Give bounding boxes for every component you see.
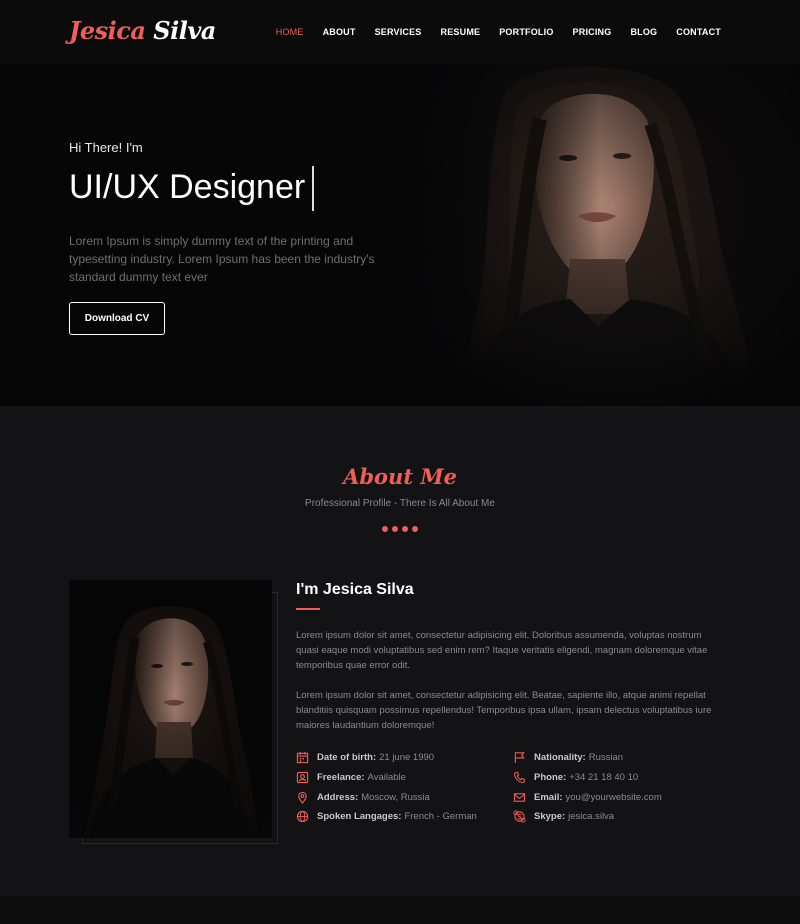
- nav-portfolio[interactable]: PORTFOLIO: [499, 27, 553, 37]
- info-label: Skype:: [534, 811, 566, 822]
- info-date-of-birth: Date of birth: 21 june 1990: [296, 751, 434, 764]
- site-logo[interactable]: Jesica Silva: [69, 16, 216, 45]
- hero-description: Lorem Ipsum is simply dummy text of the …: [69, 234, 375, 284]
- about-paragraph-2: Lorem ipsum dolor sit amet, consectetur …: [296, 690, 712, 731]
- hero-greeting: Hi There! I'm: [69, 140, 143, 155]
- about-subtitle: Professional Profile - There Is All Abou…: [305, 498, 495, 509]
- about-section: About Me Professional Profile - There Is…: [0, 406, 800, 896]
- nav-home[interactable]: HOME: [276, 27, 304, 37]
- dot: [392, 526, 398, 532]
- calendar-icon: [296, 751, 309, 764]
- site-header: Jesica Silva HOME ABOUT SERVICES RESUME …: [0, 0, 800, 64]
- download-cv-button[interactable]: Download CV: [69, 302, 165, 335]
- about-portrait-image: [69, 580, 272, 838]
- nav-contact[interactable]: CONTACT: [676, 27, 721, 37]
- info-value: you@yourwebsite.com: [565, 792, 662, 803]
- info-value: jesica.silva: [568, 811, 615, 822]
- typing-cursor: [312, 166, 314, 211]
- info-label: Spoken Langages:: [317, 811, 402, 822]
- globe-icon: [296, 810, 309, 823]
- hero-role-title: UI/UX Designer: [69, 168, 306, 206]
- id-card-icon: [296, 771, 309, 784]
- hero-portrait-image: [410, 64, 800, 406]
- info-label: Date of birth:: [317, 752, 377, 763]
- info-value: +34 21 18 40 10: [569, 772, 639, 783]
- main-nav: HOME ABOUT SERVICES RESUME PORTFOLIO PRI…: [276, 27, 721, 37]
- about-name-heading: I'm Jesica Silva: [296, 581, 414, 598]
- info-label: Nationality:: [534, 752, 586, 763]
- info-address: Address: Moscow, Russia: [296, 791, 430, 804]
- nav-services[interactable]: SERVICES: [375, 27, 422, 37]
- info-label: Freelance:: [317, 772, 365, 783]
- hero-section: Hi There! I'm UI/UX Designer Lorem Ipsum…: [0, 64, 800, 406]
- mail-icon: [513, 791, 526, 804]
- about-paragraph-1: Lorem ipsum dolor sit amet, consectetur …: [296, 630, 708, 671]
- map-pin-icon: [296, 791, 309, 804]
- next-section-strip: [0, 896, 800, 924]
- nav-blog[interactable]: BLOG: [630, 27, 657, 37]
- info-languages: Spoken Langages: French - German: [296, 810, 477, 823]
- skype-icon: [513, 810, 526, 823]
- name-underline: [296, 608, 320, 610]
- about-title: About Me: [343, 464, 457, 489]
- section-divider-dots: [382, 526, 418, 532]
- dot: [402, 526, 408, 532]
- flag-icon: [513, 751, 526, 764]
- info-value: Moscow, Russia: [361, 792, 430, 803]
- info-label: Phone:: [534, 772, 567, 783]
- info-label: Email:: [534, 792, 563, 803]
- info-label: Address:: [317, 792, 359, 803]
- info-freelance: Freelance: Available: [296, 771, 406, 784]
- dot: [382, 526, 388, 532]
- dot: [412, 526, 418, 532]
- info-phone: Phone: +34 21 18 40 10: [513, 771, 638, 784]
- info-value: 21 june 1990: [379, 752, 435, 763]
- logo-last-name: Silva: [153, 16, 216, 45]
- phone-icon: [513, 771, 526, 784]
- info-value: Available: [367, 772, 406, 783]
- info-nationality: Nationality: Russian: [513, 751, 623, 764]
- logo-first-name: Jesica: [69, 16, 146, 45]
- info-value: Russian: [588, 752, 624, 763]
- info-skype: Skype: jesica.silva: [513, 810, 614, 823]
- info-value: French - German: [404, 811, 477, 822]
- nav-resume[interactable]: RESUME: [441, 27, 481, 37]
- nav-pricing[interactable]: PRICING: [573, 27, 612, 37]
- info-email: Email: you@yourwebsite.com: [513, 791, 662, 804]
- nav-about[interactable]: ABOUT: [323, 27, 356, 37]
